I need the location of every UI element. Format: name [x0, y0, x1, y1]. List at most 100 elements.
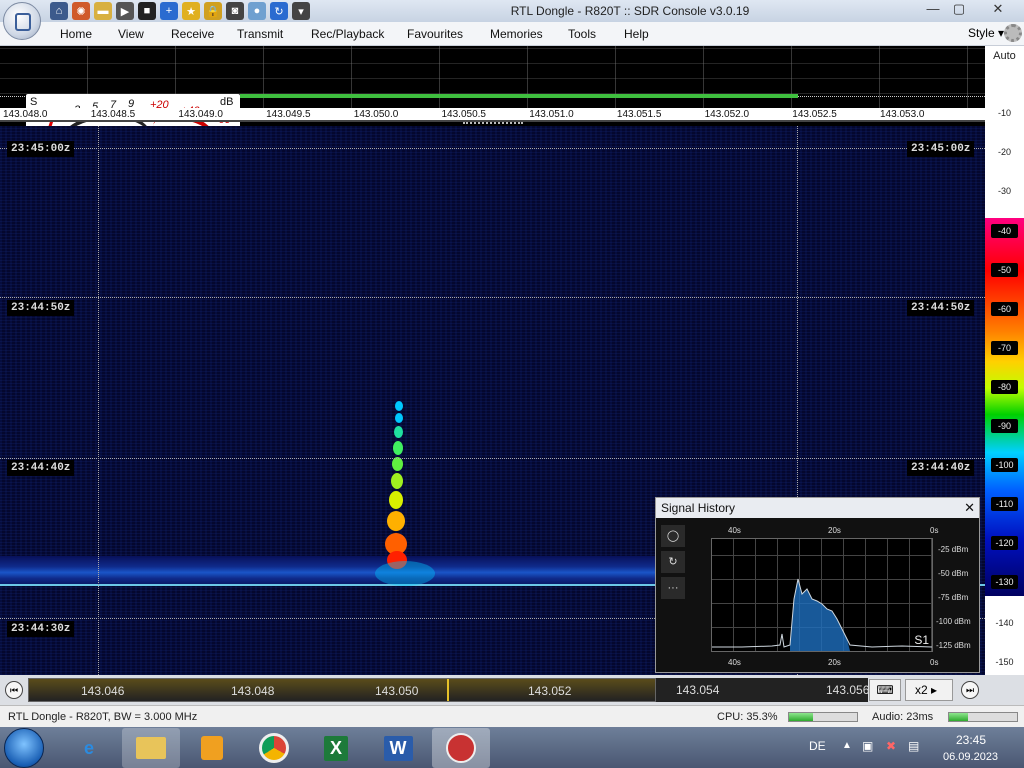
timestamp-left: 23:44:30z	[7, 621, 75, 637]
water-icon[interactable]: ●	[248, 2, 266, 20]
db-scale-label: -30	[997, 186, 1011, 196]
freq-scale-label: 143.051.0	[529, 109, 574, 120]
reset-icon[interactable]: ↻	[661, 551, 685, 573]
menu-favourites[interactable]: Favourites	[407, 27, 463, 41]
menu-view[interactable]: View	[118, 27, 144, 41]
sdr-console-icon[interactable]	[432, 728, 490, 768]
start-button[interactable]	[4, 728, 44, 768]
freq-scale-label: 143.053.0	[880, 109, 925, 120]
network-icon[interactable]: ▣	[862, 739, 873, 753]
style-dropdown[interactable]: Style ▾	[968, 26, 1004, 40]
freq-scale-label: 143.049.5	[266, 109, 311, 120]
history-y-label: -75 dBm	[938, 593, 969, 602]
history-y-label: -50 dBm	[938, 569, 969, 578]
close-button[interactable]: ✕	[984, 0, 1012, 18]
db-scale[interactable]: Auto -10 -20 -30 -40 -50 -60 -70 -80 -90 -100 -110…	[985, 46, 1024, 675]
lock-icon[interactable]: 🔒	[204, 2, 222, 20]
db-scale-label: -140	[995, 618, 1014, 628]
tray-expand-icon[interactable]: ▲	[842, 740, 852, 751]
menu-tools[interactable]: Tools	[568, 27, 596, 41]
excel-icon[interactable]: X	[307, 728, 365, 768]
word-icon[interactable]: W	[369, 728, 427, 768]
title-bar: ⌂ ✺ ▬ ▶ ■ + ★ 🔒 ◙ ● ↻ ▾ RTL Dongle - R820T :: SDR C…	[0, 0, 1024, 40]
camera-icon[interactable]: ◙	[226, 2, 244, 20]
bottom-freq-label: 143.056	[826, 683, 870, 697]
dropdown-icon[interactable]: ▾	[292, 2, 310, 20]
maximize-button[interactable]: ▢	[946, 0, 972, 18]
window-title: RTL Dongle - R820T :: SDR Console v3.0.1…	[510, 4, 750, 18]
ie-icon[interactable]: e	[60, 728, 118, 768]
device-status: RTL Dongle - R820T, BW = 3.000 MHz	[8, 711, 198, 723]
db-scale-label: -40	[991, 224, 1018, 238]
freq-scale-label: 143.052.0	[704, 109, 750, 120]
cpu-meter-fill	[789, 713, 813, 721]
gear-icon[interactable]	[1004, 24, 1022, 42]
scroll-right-button[interactable]: ⏭	[961, 681, 979, 699]
passband-indicator[interactable]	[240, 94, 798, 98]
bottom-freq-label: 143.054	[676, 683, 720, 697]
grid-line	[0, 297, 985, 298]
menu-bar: Home View Receive Transmit Rec/Playback …	[0, 22, 1024, 46]
add-icon[interactable]: +	[160, 2, 178, 20]
tuning-marker[interactable]	[447, 679, 449, 701]
bottom-frequency-scale-right[interactable]: 143.054 143.056	[656, 678, 870, 702]
play-icon[interactable]: ▶	[116, 2, 134, 20]
system-tray: DE ▲ ▣ ✖ ▤ 23:45 06.09.2023	[800, 727, 1024, 768]
quick-access-toolbar: ⌂ ✺ ▬ ▶ ■ + ★ 🔒 ◙ ● ↻ ▾	[50, 2, 310, 20]
style-label: Style	[967, 26, 995, 40]
menu-memories[interactable]: Memories	[490, 27, 543, 41]
language-indicator[interactable]: DE	[809, 739, 826, 753]
signal-blob	[392, 457, 403, 471]
record-stop-icon[interactable]: ■	[138, 2, 156, 20]
auto-scale-button[interactable]: Auto	[985, 50, 1024, 62]
signal-blob	[395, 413, 403, 423]
taskbar: e X W DE ▲ ▣ ✖ ▤ 23:45 06.09.2023	[0, 727, 1024, 768]
star-icon[interactable]: ★	[182, 2, 200, 20]
menu-help[interactable]: Help	[624, 27, 649, 41]
bottom-frequency-bar: ⏮ 143.046 143.048 143.050 143.052 143.05…	[0, 675, 1024, 705]
s-meter-db-label: dB	[220, 96, 234, 108]
signal-history-title: Signal History	[661, 501, 736, 515]
circle-icon[interactable]: ◯	[661, 525, 685, 547]
signal-history-close-button[interactable]: ✕	[964, 500, 975, 516]
clock-date[interactable]: 06.09.2023	[943, 751, 998, 763]
signal-history-header: Signal History ✕	[656, 498, 979, 518]
signal-blob	[391, 473, 403, 489]
volume-muted-icon[interactable]: ✖	[886, 739, 896, 753]
more-icon[interactable]: ···	[661, 577, 685, 599]
bottom-frequency-scale[interactable]: 143.046 143.048 143.050 143.052	[28, 678, 656, 702]
stop-icon[interactable]: ✺	[72, 2, 90, 20]
spectrum-display[interactable]: S dB 1 3 5 7 9 +20 +40 +60	[0, 46, 985, 148]
menu-rec-playback[interactable]: Rec/Playback	[311, 27, 384, 41]
refresh-icon[interactable]: ↻	[270, 2, 288, 20]
home-icon[interactable]: ⌂	[50, 2, 68, 20]
scroll-left-button[interactable]: ⏮	[5, 681, 23, 699]
cpu-meter	[788, 712, 858, 722]
chrome-icon[interactable]	[245, 728, 303, 768]
clock-time[interactable]: 23:45	[956, 733, 986, 747]
timestamp-left: 23:44:40z	[7, 460, 75, 476]
freq-scale-label: 143.049.0	[178, 109, 223, 120]
explorer-icon[interactable]	[122, 728, 180, 768]
freq-scale-label: 143.051.5	[616, 109, 662, 120]
folder-icon[interactable]: ▬	[94, 2, 112, 20]
signal-trace	[375, 401, 435, 591]
menu-home[interactable]: Home	[60, 27, 92, 41]
bottom-freq-label: 143.050	[375, 684, 419, 698]
keyboard-icon[interactable]: ⌨	[869, 679, 901, 701]
freq-scale-label: 143.048.0	[3, 109, 48, 120]
action-center-icon[interactable]: ▤	[908, 739, 919, 753]
freq-scale-label: 143.052.5	[792, 109, 837, 120]
bottom-freq-label: 143.052	[528, 684, 572, 698]
minimize-button[interactable]: —	[920, 0, 946, 18]
db-scale-label: -70	[991, 341, 1018, 355]
media-player-icon[interactable]	[183, 728, 241, 768]
app-menu-button[interactable]	[3, 2, 41, 40]
signal-blob	[387, 511, 405, 531]
folder-icon	[136, 737, 166, 759]
db-scale-label: -10	[997, 108, 1011, 118]
zoom-dropdown[interactable]: x2 ▸	[905, 679, 953, 701]
menu-transmit[interactable]: Transmit	[237, 27, 283, 41]
menu-receive[interactable]: Receive	[171, 27, 214, 41]
frequency-scale[interactable]: 143.048.0 143.048.5 143.049.0 143.049.5 143.…	[0, 108, 985, 122]
